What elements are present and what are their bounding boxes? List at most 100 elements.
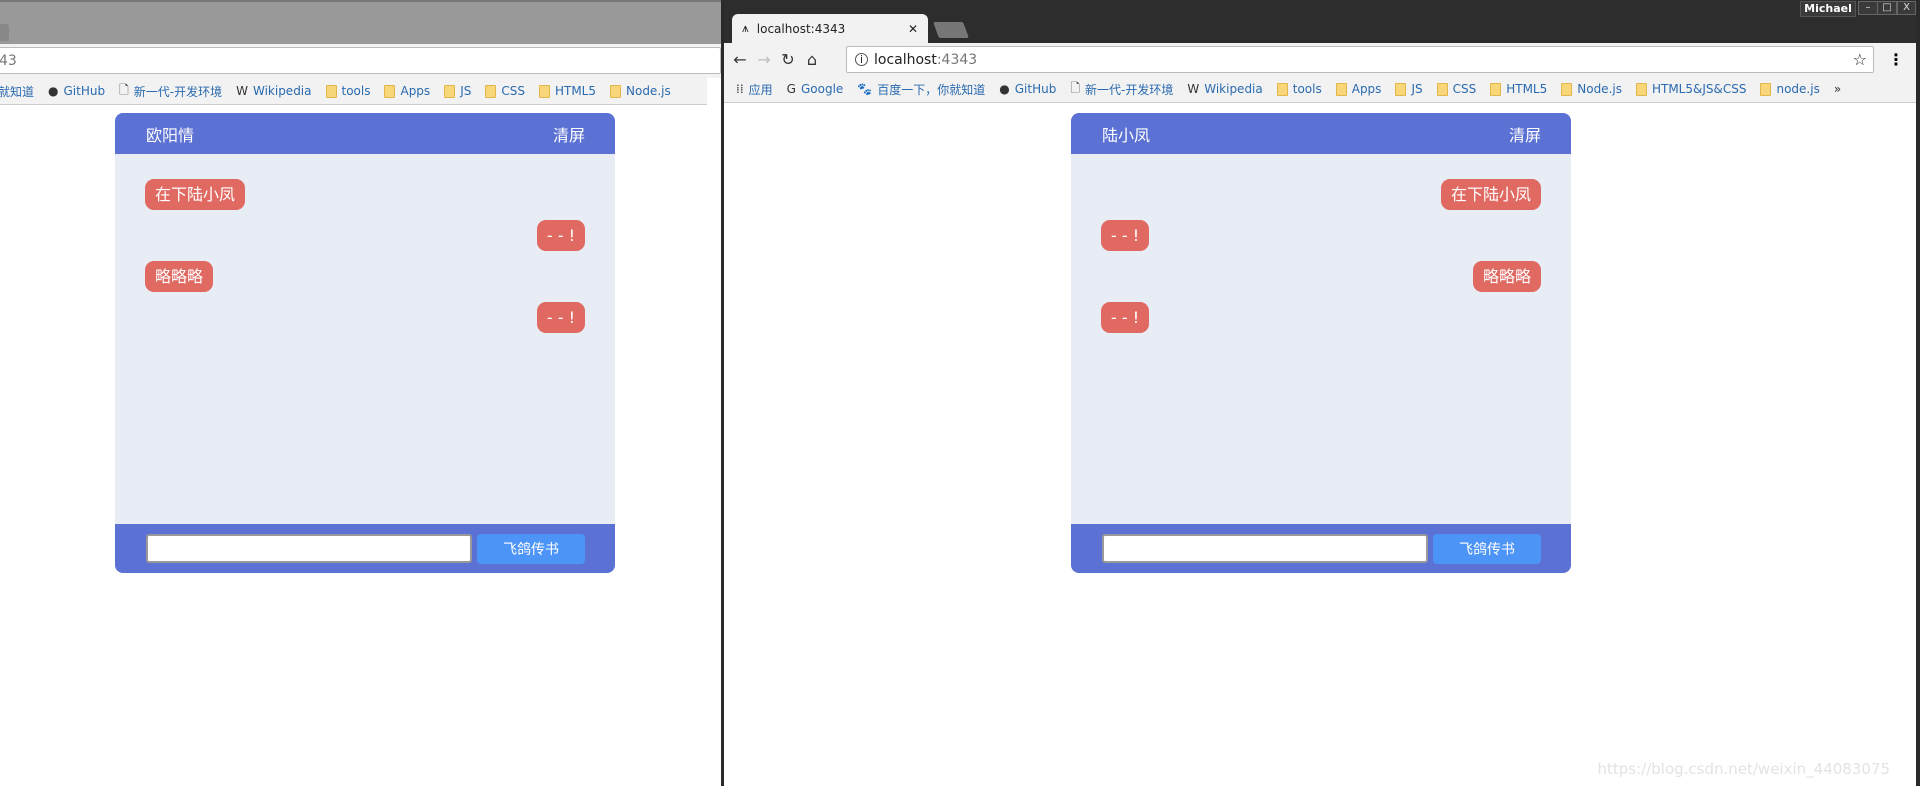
info-icon: i (855, 53, 868, 66)
bookmark-0[interactable]: 你就知道 (0, 83, 34, 100)
message-bubble: - - ! (1101, 302, 1150, 333)
chat-username: 陆小凤 (1102, 125, 1151, 145)
google-icon: G (786, 82, 796, 96)
close-tab-icon[interactable]: ✕ (908, 22, 918, 36)
chat-header: 陆小凤 清屏 (1071, 113, 1571, 154)
bookmarks-bar: 你就知道 ● GitHub 🗋 新一代-开发环境 W Wikipedia tools Apps J… (0, 78, 707, 105)
send-button[interactable]: 飞鸽传书 (1433, 533, 1541, 564)
folder-icon (538, 84, 550, 98)
message-row: - - ! (145, 220, 585, 251)
bookmark-9[interactable]: Node.js (610, 84, 671, 98)
favicon-icon: ⩚ (742, 21, 749, 35)
bookmark-11[interactable]: Node.js (1561, 82, 1622, 96)
minimize-button[interactable]: – (1858, 1, 1878, 15)
bookmark-label: 百度一下，你就知道 (877, 82, 986, 97)
star-icon[interactable]: ☆ (1853, 50, 1867, 69)
message-input[interactable] (146, 534, 472, 563)
bookmark-8[interactable]: JS (1395, 82, 1423, 96)
back-icon[interactable]: ← (728, 50, 752, 69)
bookmark-10[interactable]: HTML5 (1490, 82, 1547, 96)
bookmark-label: tools (341, 84, 371, 98)
close-window-button[interactable]: X (1897, 1, 1916, 15)
watermark: https://blog.csdn.net/weixin_44083075 (1597, 760, 1890, 778)
bookmark-label: Wikipedia (252, 84, 312, 98)
address-bar[interactable]: i localhost:4343 ☆ (846, 46, 1874, 73)
message-list: 在下陆小凤 - - ! 略略略 - - ! (115, 154, 615, 524)
apps-icon: ⁞⁞ (736, 82, 744, 96)
folder-icon (384, 84, 396, 98)
title-bar: ⩚ localhost:4343 ✕ Michael – □ X (724, 0, 1916, 43)
bookmark-1[interactable]: G Google (787, 82, 844, 96)
left-browser-window: 43 你就知道 ● GitHub 🗋 新一代-开发环境 W Wikipedia tools Ap… (0, 0, 721, 786)
forward-icon[interactable]: → (752, 50, 776, 69)
folder-icon (1760, 82, 1772, 96)
maximize-button[interactable]: □ (1877, 1, 1897, 15)
folder-icon (1436, 82, 1448, 96)
address-port: :4343 (936, 51, 978, 68)
tab[interactable] (0, 24, 9, 41)
bookmark-8[interactable]: HTML5 (538, 84, 596, 98)
menu-icon[interactable]: ⋮ (1888, 50, 1904, 69)
bookmark-5[interactable]: W Wikipedia (1187, 82, 1262, 96)
folder-icon (1635, 82, 1647, 96)
reload-icon[interactable]: ↻ (776, 50, 800, 69)
bookmark-0[interactable]: ⁞⁞ 应用 (736, 81, 773, 98)
folder-icon (1490, 82, 1502, 96)
bookmark-6[interactable]: JS (444, 84, 471, 98)
chat-username: 欧阳情 (146, 125, 195, 145)
bookmark-label: JS (1411, 82, 1423, 96)
bookmark-7[interactable]: Apps (1335, 82, 1382, 96)
bookmark-2[interactable]: 🐾 百度一下，你就知道 (857, 81, 985, 98)
toolbar: ← → ↻ ⌂ i localhost:4343 ☆ ⋮ (724, 43, 1916, 76)
new-tab-button[interactable] (933, 22, 969, 38)
folder-icon (1561, 82, 1573, 96)
chat-window: 陆小凤 清屏 在下陆小凤 - - ! 略略略 - - ! 飞鸽传书 (1071, 113, 1571, 573)
bookmark-4[interactable]: tools (325, 84, 371, 98)
bookmark-label: GitHub (1014, 82, 1057, 96)
window-edge (1916, 0, 1920, 786)
message-bubble: - - ! (536, 302, 585, 333)
bookmark-7[interactable]: CSS (485, 84, 525, 98)
message-input[interactable] (1102, 534, 1428, 563)
bookmark-label: Wikipedia (1204, 82, 1263, 96)
message-row: - - ! (1101, 302, 1541, 333)
home-icon[interactable]: ⌂ (800, 50, 824, 69)
bookmark-1[interactable]: ● GitHub (48, 84, 105, 98)
message-row: - - ! (1101, 220, 1541, 251)
bookmark-3[interactable]: W Wikipedia (236, 84, 311, 98)
tab-localhost[interactable]: ⩚ localhost:4343 ✕ (732, 14, 928, 43)
bookmarks-overflow-icon[interactable]: » (1834, 82, 1841, 96)
bookmark-label: node.js (1776, 82, 1820, 96)
bookmark-2[interactable]: 🗋 新一代-开发环境 (119, 81, 222, 102)
clear-screen-button[interactable]: 清屏 (553, 122, 585, 146)
chat-header: 欧阳情 清屏 (115, 113, 615, 154)
bookmark-5[interactable]: Apps (384, 84, 430, 98)
folder-icon (610, 84, 621, 98)
right-browser-window: ⩚ localhost:4343 ✕ Michael – □ X ← → ↻ ⌂… (724, 0, 1916, 786)
toolbar: 43 (0, 44, 721, 78)
bookmark-9[interactable]: CSS (1436, 82, 1476, 96)
address-text: 43 (0, 52, 17, 69)
send-button[interactable]: 飞鸽传书 (477, 533, 585, 564)
folder-icon (485, 84, 497, 98)
bookmark-label: CSS (501, 84, 525, 98)
folder-icon (1335, 82, 1347, 96)
bookmark-6[interactable]: tools (1276, 82, 1322, 96)
github-icon: ● (999, 82, 1010, 96)
page-icon: 🗋 (1070, 80, 1080, 95)
message-bubble: 略略略 (1472, 261, 1541, 292)
bookmark-3[interactable]: ● GitHub (999, 82, 1056, 96)
bookmark-label: Apps (1351, 82, 1382, 96)
address-bar[interactable]: 43 (0, 47, 721, 74)
bookmark-13[interactable]: node.js (1760, 82, 1820, 96)
bookmark-4[interactable]: 🗋 新一代-开发环境 (1070, 79, 1173, 100)
profile-button[interactable]: Michael (1800, 1, 1856, 17)
bookmark-label: tools (1292, 82, 1322, 96)
chat-window: 欧阳情 清屏 在下陆小凤 - - ! 略略略 - - ! 飞鸽传书 (115, 113, 615, 573)
folder-icon (444, 84, 456, 98)
clear-screen-button[interactable]: 清屏 (1509, 122, 1541, 146)
bookmark-12[interactable]: HTML5&JS&CSS (1635, 82, 1746, 96)
bookmark-label: 你就知道 (0, 84, 35, 99)
bookmark-label: Google (800, 82, 844, 96)
folder-icon (1276, 82, 1288, 96)
